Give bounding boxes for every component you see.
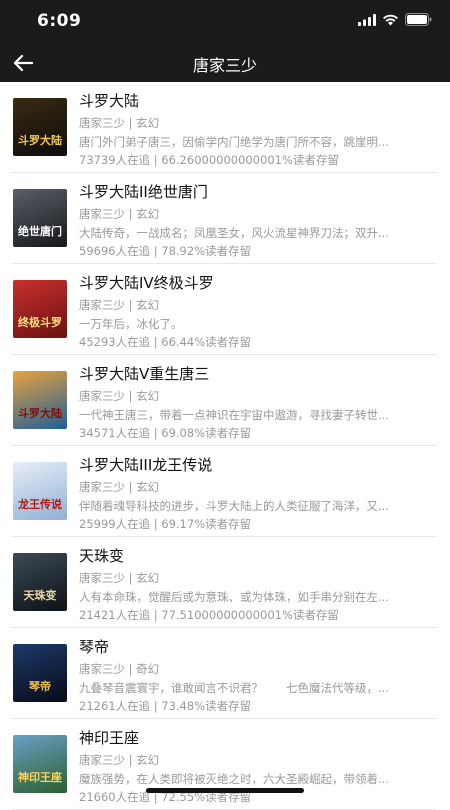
- book-list-item[interactable]: 龙王传说 斗罗大陆III龙王传说 唐家三少 | 玄幻 伴随着魂导科技的进步，斗罗…: [12, 446, 436, 537]
- book-stats: 45293人在追 | 66.44%读者存留: [79, 335, 252, 349]
- book-list-item[interactable]: 绝世唐门 斗罗大陆II绝世唐门 唐家三少 | 玄幻 大陆传奇，一战成名；凤凰圣女…: [12, 173, 436, 264]
- book-stats: 34571人在追 | 69.08%读者存留: [79, 426, 252, 440]
- battery-icon: [405, 13, 432, 26]
- book-author-genre: 唐家三少 | 奇幻: [79, 662, 160, 676]
- book-description: 大陆传奇，一战成名；凤凰圣女，风火流星神界刀法；双升...: [79, 226, 389, 240]
- book-author-genre: 唐家三少 | 玄幻: [79, 116, 160, 130]
- book-cover: 绝世唐门: [13, 189, 67, 247]
- book-cover-title: 斗罗大陆: [18, 407, 62, 420]
- book-stats: 73739人在追 | 66.26000000000001%读者存留: [79, 153, 339, 167]
- page-title: 唐家三少: [192, 56, 257, 75]
- book-author-genre: 唐家三少 | 玄幻: [79, 207, 160, 221]
- book-list-item[interactable]: 琴帝 琴帝 唐家三少 | 奇幻 九叠琴音震寰宇，谁敢闻言不识君？ 七色魔法代等级…: [12, 628, 436, 719]
- status-icons: [358, 13, 432, 26]
- book-cover: 斗罗大陆: [13, 371, 67, 429]
- book-cover: 终极斗罗: [13, 280, 67, 338]
- book-description: 唐门外门弟子唐三，因偷学内门绝学为唐门所不容，跳崖明...: [79, 135, 389, 149]
- book-cover-title: 终极斗罗: [18, 316, 62, 329]
- book-cover: 斗罗大陆: [13, 98, 67, 156]
- home-indicator: [146, 788, 304, 793]
- book-description: 一代神王唐三，带着一点神识在宇宙中遨游，寻找妻子转世...: [79, 408, 389, 422]
- book-cover-title: 龙王传说: [18, 498, 62, 511]
- book-list-item[interactable]: 神印王座 神印王座 唐家三少 | 玄幻 魔族强势，在人类即将被灭绝之时，六大圣殿…: [12, 719, 436, 810]
- signal-icon: [358, 13, 376, 26]
- app-header: 6:09 唐家三少: [0, 0, 450, 82]
- book-list-item[interactable]: 斗罗大陆 斗罗大陆V重生唐三 唐家三少 | 玄幻 一代神王唐三，带着一点神识在宇…: [12, 355, 436, 446]
- book-title: 斗罗大陆: [79, 92, 140, 110]
- book-cover-title: 绝世唐门: [18, 225, 62, 238]
- book-list-item[interactable]: 斗罗大陆 斗罗大陆 唐家三少 | 玄幻 唐门外门弟子唐三，因偷学内门绝学为唐门所…: [12, 82, 436, 173]
- book-cover-title: 琴帝: [29, 680, 51, 693]
- book-stats: 21421人在追 | 77.51000000000001%读者存留: [79, 608, 339, 622]
- book-stats: 59696人在追 | 78.92%读者存留: [79, 244, 252, 258]
- book-description: 九叠琴音震寰宇，谁敢闻言不识君？ 七色魔法代等级，...: [79, 681, 389, 695]
- book-author-genre: 唐家三少 | 玄幻: [79, 753, 160, 767]
- book-cover-title: 斗罗大陆: [18, 134, 62, 147]
- book-description: 一万年后，冰化了。: [79, 317, 183, 331]
- book-title: 神印王座: [79, 729, 140, 747]
- book-description: 伴随着魂导科技的进步，斗罗大陆上的人类征服了海洋，又...: [79, 499, 389, 513]
- book-description: 人有本命珠，觉醒后或为意珠、或为体珠，如手串分别在左...: [79, 590, 389, 604]
- book-cover: 琴帝: [13, 644, 67, 702]
- book-stats: 21261人在追 | 73.48%读者存留: [79, 699, 252, 713]
- book-list-item[interactable]: 终极斗罗 斗罗大陆IV终极斗罗 唐家三少 | 玄幻 一万年后，冰化了。 4529…: [12, 264, 436, 355]
- status-time: 6:09: [37, 11, 82, 31]
- book-list: 斗罗大陆 斗罗大陆 唐家三少 | 玄幻 唐门外门弟子唐三，因偷学内门绝学为唐门所…: [0, 82, 450, 810]
- book-author-genre: 唐家三少 | 玄幻: [79, 389, 160, 403]
- book-cover: 龙王传说: [13, 462, 67, 520]
- book-title: 斗罗大陆V重生唐三: [79, 365, 210, 383]
- book-author-genre: 唐家三少 | 玄幻: [79, 571, 160, 585]
- book-cover: 神印王座: [13, 735, 67, 793]
- book-title: 斗罗大陆II绝世唐门: [79, 183, 208, 201]
- book-author-genre: 唐家三少 | 玄幻: [79, 480, 160, 494]
- book-title: 琴帝: [79, 638, 110, 656]
- book-cover: 天珠变: [13, 553, 67, 611]
- book-cover-title: 天珠变: [23, 589, 57, 602]
- book-author-genre: 唐家三少 | 玄幻: [79, 298, 160, 312]
- book-title: 斗罗大陆III龙王传说: [79, 456, 213, 474]
- book-description: 魔族强势，在人类即将被灭绝之时，六大圣殿崛起，带领着...: [79, 772, 389, 786]
- wifi-icon: [383, 14, 398, 25]
- book-cover-title: 神印王座: [18, 771, 62, 784]
- book-title: 天珠变: [79, 547, 125, 565]
- book-list-item[interactable]: 天珠变 天珠变 唐家三少 | 玄幻 人有本命珠，觉醒后或为意珠、或为体珠，如手串…: [12, 537, 436, 628]
- book-title: 斗罗大陆IV终极斗罗: [79, 274, 214, 292]
- book-stats: 25999人在追 | 69.17%读者存留: [79, 517, 252, 531]
